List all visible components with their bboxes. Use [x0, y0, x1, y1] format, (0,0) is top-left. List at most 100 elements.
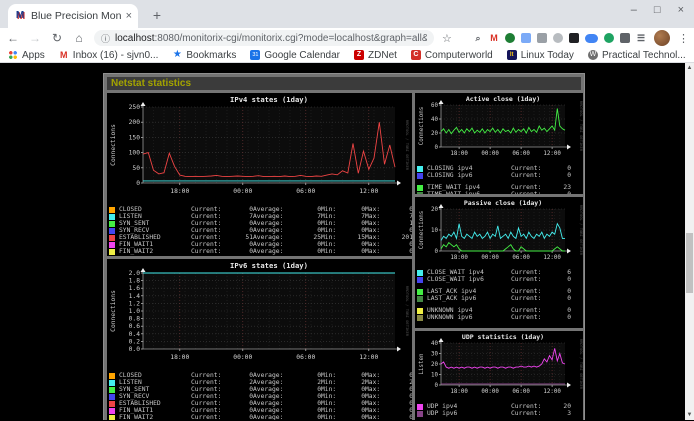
- bookmark-item[interactable]: ZZDNet: [354, 50, 397, 61]
- chart-ylabel: Connections: [110, 290, 117, 332]
- chart-title: IPv6 states (1day): [230, 261, 308, 270]
- green-circle-icon[interactable]: [604, 33, 614, 43]
- new-tab-button[interactable]: +: [146, 4, 168, 26]
- profile-avatar[interactable]: [654, 30, 670, 46]
- browser-window: M Blue Precision Monitorix × + – □ × ← →…: [0, 0, 694, 421]
- browser-tab[interactable]: M Blue Precision Monitorix ×: [8, 4, 138, 28]
- puzzle-icon[interactable]: [620, 33, 630, 43]
- legend-stat-label: Min:: [321, 414, 347, 420]
- legend-stat-label: Min:: [321, 220, 347, 227]
- bookmark-item[interactable]: CComputerworld: [411, 50, 493, 61]
- legend-stat-label: Average:: [253, 407, 301, 414]
- bookmark-item[interactable]: 31Google Calendar: [250, 50, 340, 61]
- legend-name: LAST_ACK ipv6: [427, 295, 511, 302]
- page-scrollbar[interactable]: ▲ ▼: [685, 63, 694, 420]
- legend-stat-label: Average:: [253, 220, 301, 227]
- legend-stat-value: 0: [233, 414, 253, 420]
- legend-stat-value: 0: [347, 241, 365, 248]
- blue-pill-icon[interactable]: [585, 34, 598, 43]
- bookmark-item[interactable]: Apps: [8, 50, 45, 61]
- bookmark-label: Linux Today: [521, 50, 574, 61]
- legend-swatch: [109, 228, 115, 234]
- scrollbar-thumb[interactable]: [686, 233, 693, 293]
- back-icon[interactable]: ←: [6, 31, 20, 45]
- legend-stat-label: Current:: [511, 184, 553, 191]
- legend-stat-label: Min:: [321, 248, 347, 255]
- browser-menu-icon[interactable]: ⋮: [678, 32, 688, 45]
- legend-stat-value: 0: [391, 206, 412, 213]
- bookmark-item[interactable]: ltLinux Today: [507, 50, 574, 61]
- legend-stat-label: Min:: [321, 234, 347, 241]
- bookmark-item[interactable]: MInbox (16) - sjvn0...: [59, 50, 159, 61]
- legend-stat-label: Max:: [365, 227, 391, 234]
- legend-stat-value: 0: [233, 206, 253, 213]
- legend-stat-value: 15: [347, 234, 365, 241]
- dark-app-icon[interactable]: [569, 33, 579, 43]
- maximize-icon[interactable]: □: [654, 4, 661, 16]
- url-text[interactable]: localhost:8080/monitorix-cgi/monitorix.c…: [115, 33, 427, 44]
- svg-text:12:00: 12:00: [543, 389, 561, 395]
- legend-stat-label: Max:: [365, 241, 391, 248]
- chart-ipv6-states[interactable]: 0.00.20.40.60.81.01.21.41.61.82.018:0000…: [107, 259, 412, 420]
- bookmark-label: Bookmarks: [186, 50, 236, 61]
- address-bar[interactable]: ⓘ localhost:8080/monitorix-cgi/monitorix…: [94, 30, 434, 46]
- chart-udp-statistics[interactable]: 01020304018:0000:0006:0012:00UDP statist…: [415, 331, 583, 420]
- legend-stat-value: 7: [347, 213, 365, 220]
- minimize-icon[interactable]: –: [631, 4, 637, 16]
- bookmark-item[interactable]: WPractical Technol...: [588, 50, 686, 61]
- legend-stat-value: 0: [553, 165, 571, 172]
- svg-text:1.4: 1.4: [129, 293, 141, 300]
- legend-row: ESTABLISHEDCurrent:0Average:0Min:0Max:0: [109, 400, 412, 407]
- legend-stat-label: Current:: [511, 307, 553, 314]
- legend-stat-label: Min:: [321, 241, 347, 248]
- legend-stat-label: Current:: [511, 276, 553, 283]
- legend-stat-value: 0: [391, 400, 412, 407]
- home-icon[interactable]: ⌂: [72, 31, 86, 45]
- legend-stat-value: 0: [391, 407, 412, 414]
- chart-title: Active close (1day): [466, 95, 540, 103]
- legend-stat-label: Average:: [253, 241, 301, 248]
- bookmark-star-icon[interactable]: ☆: [442, 32, 452, 45]
- browser-toolbar: ← → ↻ ⌂ ⓘ localhost:8080/monitorix-cgi/m…: [0, 28, 694, 48]
- legend-swatch: [417, 166, 423, 172]
- green-leaf-icon[interactable]: [505, 33, 515, 43]
- legend-stat-label: Average:: [253, 400, 301, 407]
- legend-stat-label: Average:: [253, 213, 301, 220]
- pages-icon[interactable]: [521, 33, 531, 43]
- search-icon[interactable]: ⌕: [473, 33, 483, 43]
- chart-active-close[interactable]: 020406018:0000:0006:0012:00Active close …: [415, 93, 583, 194]
- scrollbar-up-icon[interactable]: ▲: [685, 63, 694, 73]
- legend-stat-value: 0: [347, 407, 365, 414]
- legend-name: CLOSE_WAIT ipv6: [427, 276, 511, 283]
- page-info-icon[interactable]: ⓘ: [101, 32, 110, 45]
- cookie-icon[interactable]: [553, 33, 563, 43]
- legend-stat-value: 0: [391, 386, 412, 393]
- legend-row: SYN_SENTCurrent:0Average:0Min:0Max:1: [109, 220, 412, 227]
- legend-stat-label: Max:: [365, 206, 391, 213]
- bookmark-label: Apps: [22, 50, 45, 61]
- legend-row: CLOSING ipv4Current:0: [417, 165, 583, 172]
- scrollbar-down-icon[interactable]: ▼: [685, 410, 694, 420]
- close-icon[interactable]: ×: [678, 4, 684, 16]
- legend-row: TIME_WAIT ipv6Current:0: [417, 191, 583, 194]
- svg-text:12:00: 12:00: [359, 354, 378, 361]
- playlist-icon[interactable]: ☰: [636, 33, 646, 43]
- legend-stat-value: 7: [391, 213, 412, 220]
- legend-row: SYN_RECVCurrent:0Average:0Min:0Max:0: [109, 393, 412, 400]
- chart-passive-close[interactable]: 0102018:0000:0006:0012:00Passive close (…: [415, 197, 583, 328]
- tab-close-icon[interactable]: ×: [126, 10, 132, 22]
- gray-app-icon[interactable]: [537, 33, 547, 43]
- svg-text:10: 10: [431, 373, 438, 379]
- legend-stat-value: 23: [553, 184, 571, 191]
- bookmark-label: ZDNet: [368, 50, 397, 61]
- legend-stat-label: Max:: [365, 379, 391, 386]
- legend-stat-value: 7: [301, 213, 321, 220]
- svg-text:0.2: 0.2: [129, 338, 141, 345]
- chart-ipv4-states[interactable]: 05010015020025018:0000:0006:0012:00IPv4 …: [107, 93, 412, 256]
- bookmark-item[interactable]: ★Bookmarks: [172, 50, 236, 61]
- gmail-icon[interactable]: M: [489, 33, 499, 43]
- legend-stat-value: 7: [233, 213, 253, 220]
- svg-text:06:00: 06:00: [296, 188, 315, 195]
- legend-swatch: [417, 173, 423, 179]
- reload-icon[interactable]: ↻: [50, 31, 64, 45]
